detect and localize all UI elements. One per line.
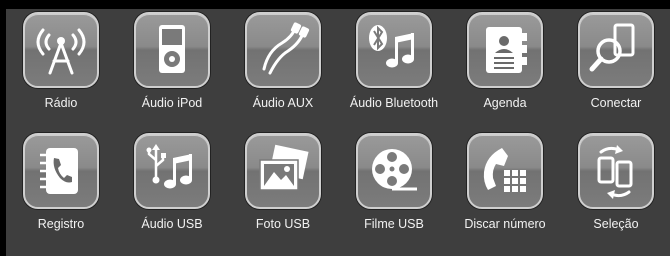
film-reel-icon	[372, 149, 417, 191]
menu-item-label: Discar número	[464, 217, 546, 231]
usb-photo-button[interactable]	[245, 133, 321, 209]
menu-item-usb-audio[interactable]: Áudio USB	[117, 130, 227, 248]
dial-button[interactable]	[467, 133, 543, 209]
usb-movie-button[interactable]	[356, 133, 432, 209]
agenda-button[interactable]	[467, 12, 543, 88]
menu-item-label: Conectar	[590, 96, 642, 110]
registro-button[interactable]	[23, 133, 99, 209]
menu-item-bluetooth[interactable]: Áudio Bluetooth	[339, 9, 449, 127]
call-log-icon	[40, 148, 78, 194]
search-device-icon	[589, 23, 635, 72]
radio-antenna-icon	[36, 28, 86, 75]
aux-cable-icon	[262, 22, 310, 75]
menu-item-label: Seleção	[593, 217, 639, 231]
conectar-button[interactable]	[578, 12, 654, 88]
menu-item-aux[interactable]: Áudio AUX	[228, 9, 338, 127]
bluetooth-button[interactable]	[356, 12, 432, 88]
menu-item-label: Registro	[37, 217, 85, 231]
menu-item-ipod[interactable]: Áudio iPod	[117, 9, 227, 127]
menu-item-label: Áudio AUX	[252, 96, 314, 110]
radio-button[interactable]	[23, 12, 99, 88]
menu-item-label: Filme USB	[364, 217, 424, 231]
menu-item-conectar[interactable]: Conectar	[561, 9, 670, 127]
usb-music-icon	[146, 144, 192, 189]
photo-icon	[259, 144, 309, 191]
aux-button[interactable]	[245, 12, 321, 88]
selecao-button[interactable]	[578, 133, 654, 209]
menu-item-label: Foto USB	[255, 217, 311, 231]
menu-item-registro[interactable]: Registro	[6, 130, 116, 248]
menu-item-radio[interactable]: Rádio	[6, 9, 116, 127]
menu-item-selecao[interactable]: Seleção	[561, 130, 670, 248]
ipod-icon	[159, 25, 185, 73]
ipod-button[interactable]	[134, 12, 210, 88]
menu-item-label: Áudio Bluetooth	[349, 96, 439, 110]
menu-item-agenda[interactable]: Agenda	[450, 9, 560, 127]
menu-item-usb-photo[interactable]: Foto USB	[228, 130, 338, 248]
phonebook-icon	[486, 27, 527, 73]
menu-item-label: Rádio	[44, 96, 78, 110]
menu-item-usb-movie[interactable]: Filme USB	[339, 130, 449, 248]
menu-item-label: Agenda	[483, 96, 527, 110]
dial-keypad-icon	[483, 148, 526, 192]
switch-device-icon	[597, 145, 633, 199]
menu-item-dial[interactable]: Discar número	[450, 130, 560, 248]
usb-audio-button[interactable]	[134, 133, 210, 209]
menu-item-label: Áudio USB	[141, 217, 203, 231]
bluetooth-music-icon	[369, 25, 414, 68]
main-menu-screen: Rádio Áudio iPod Áudio AUX Áudio Bluetoo…	[6, 9, 670, 256]
menu-item-label: Áudio iPod	[141, 96, 203, 110]
